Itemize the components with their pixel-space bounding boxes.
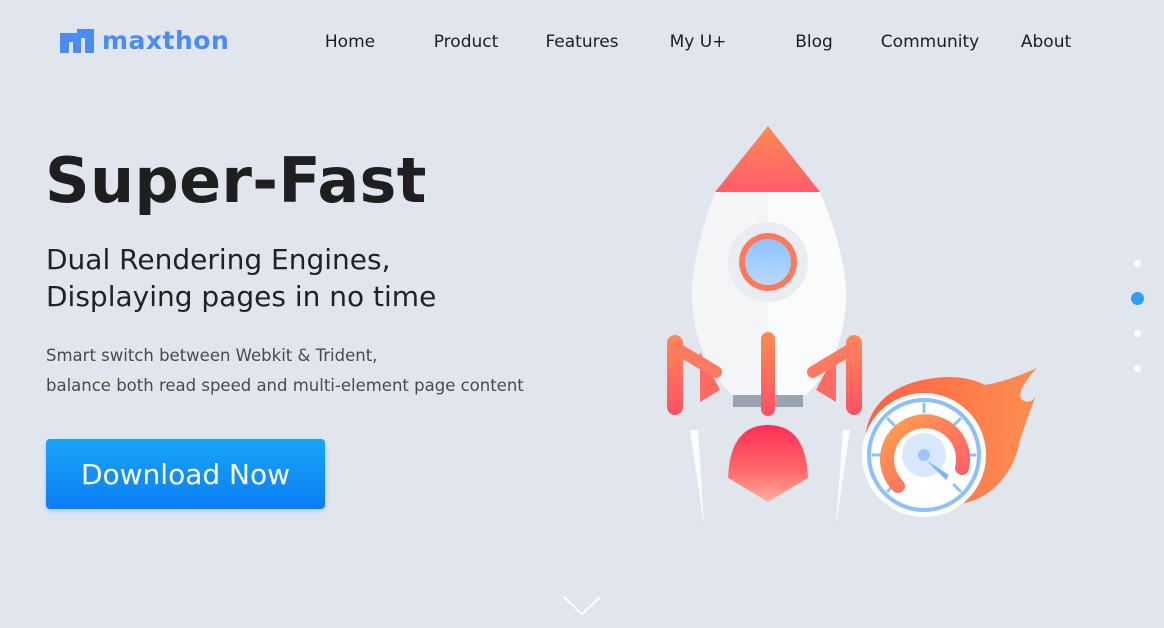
main-nav: Home Product Features My U+ Blog Communi… xyxy=(0,30,1164,54)
hero-description: Smart switch between Webkit & Trident, b… xyxy=(46,341,524,401)
nav-home[interactable]: Home xyxy=(325,30,375,54)
nav-community[interactable]: Community xyxy=(881,30,979,54)
rocket-speedometer-illustration xyxy=(667,126,1037,525)
carousel-dot-4[interactable] xyxy=(1134,365,1141,372)
carousel-dot-3[interactable] xyxy=(1134,330,1141,337)
hero-subtitle-line-2: Displaying pages in no time xyxy=(46,280,437,313)
hero-title: Super-Fast xyxy=(45,144,427,217)
download-now-button[interactable]: Download Now xyxy=(46,439,325,509)
nav-features[interactable]: Features xyxy=(545,30,618,54)
nav-blog[interactable]: Blog xyxy=(795,30,833,54)
hero-description-line-1: Smart switch between Webkit & Trident, xyxy=(46,346,378,365)
nav-about[interactable]: About xyxy=(1021,30,1071,54)
hero-subtitle-line-1: Dual Rendering Engines, xyxy=(46,243,391,276)
carousel-dot-1[interactable] xyxy=(1134,260,1141,267)
nav-product[interactable]: Product xyxy=(434,30,499,54)
hero-description-line-2: balance both read speed and multi-elemen… xyxy=(46,376,524,395)
nav-my-u-plus[interactable]: My U+ xyxy=(670,30,727,54)
hero-subtitle: Dual Rendering Engines, Displaying pages… xyxy=(46,241,436,315)
chevron-down-icon[interactable] xyxy=(562,594,602,616)
carousel-dot-2-active[interactable] xyxy=(1131,292,1144,305)
